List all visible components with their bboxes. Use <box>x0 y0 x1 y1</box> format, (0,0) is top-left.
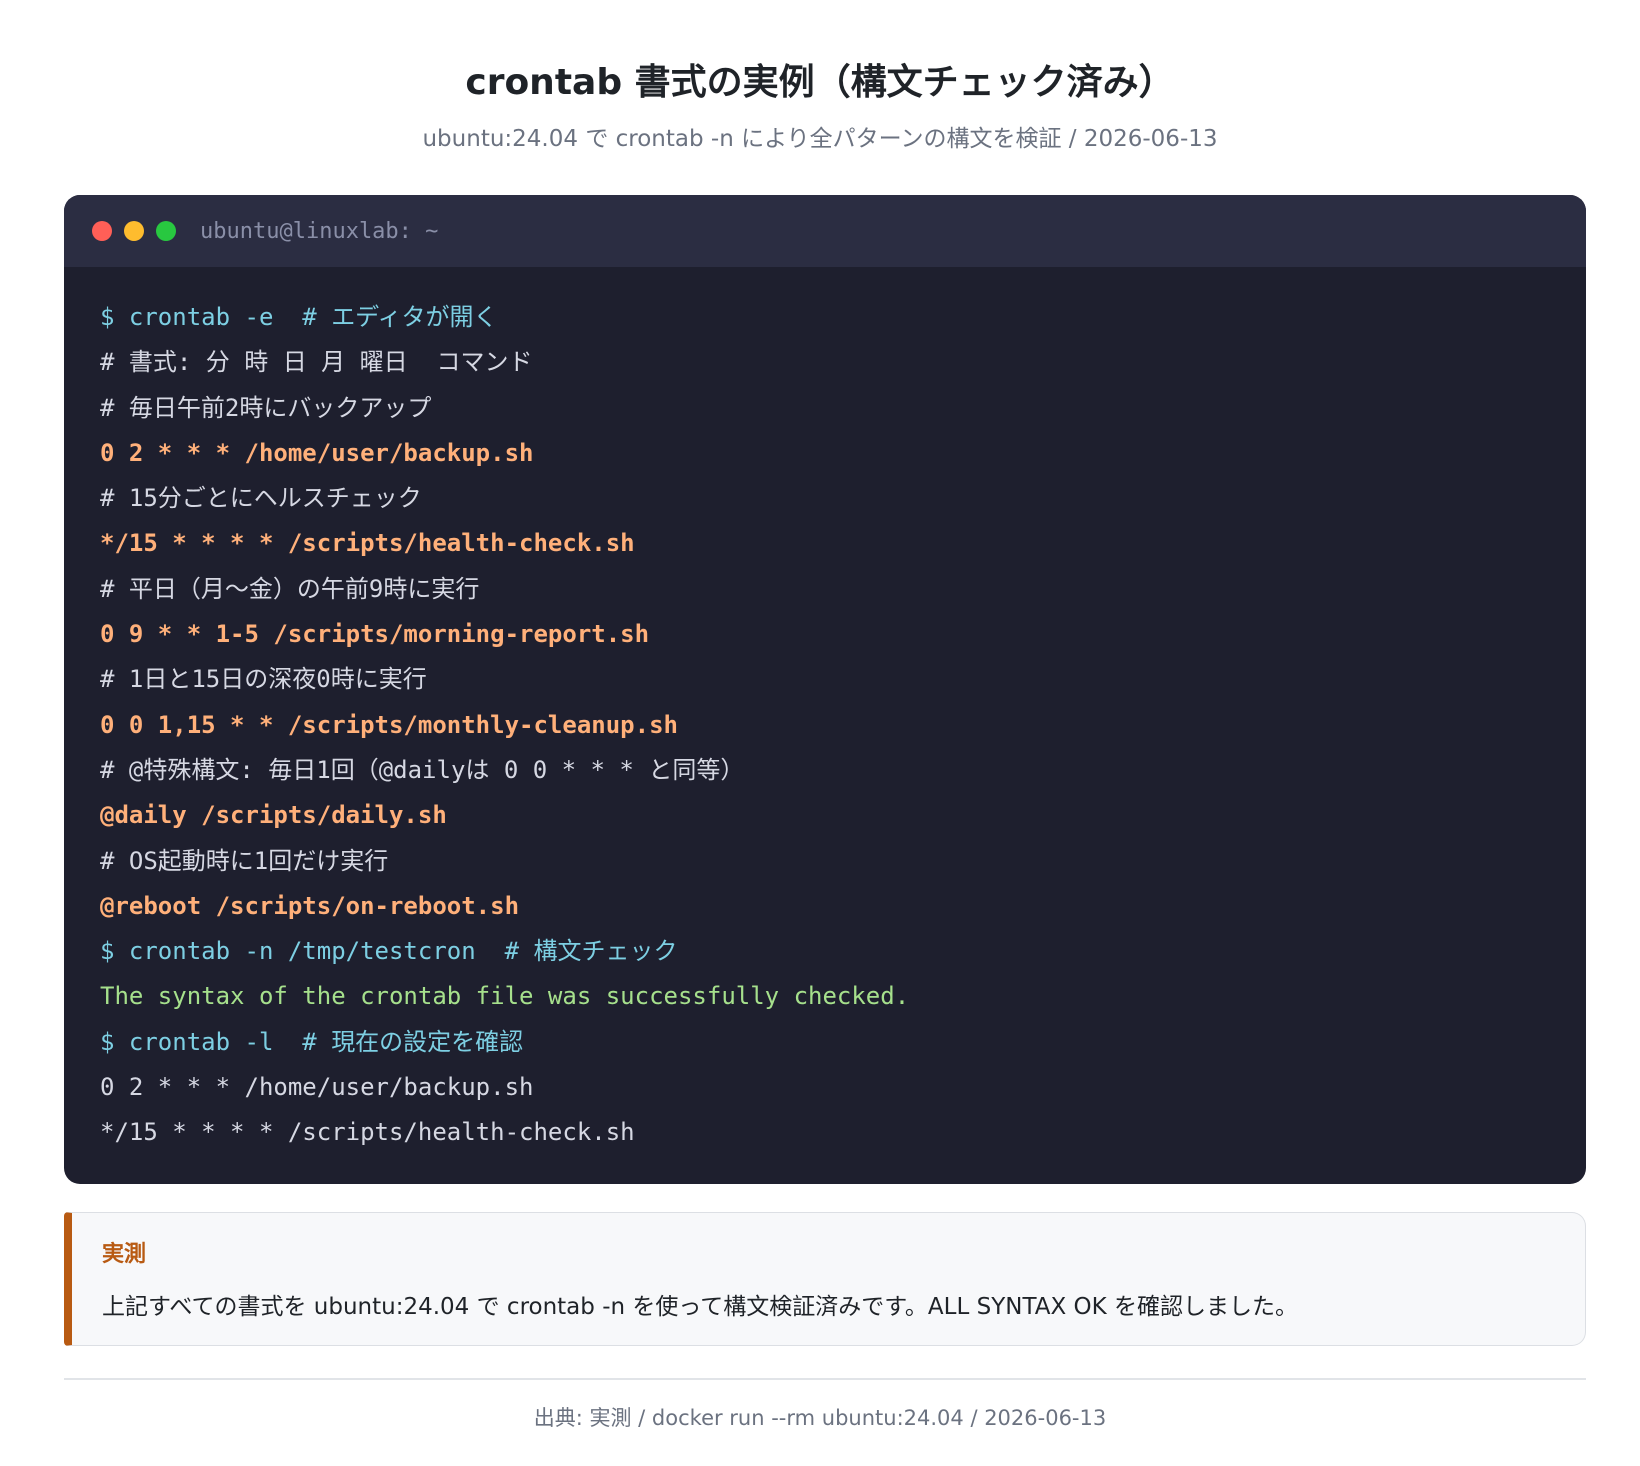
terminal-line: 0 0 1,15 * * /scripts/monthly-cleanup.sh <box>100 710 678 739</box>
terminal-line: $ crontab -n /tmp/testcron # 構文チェック <box>100 937 678 966</box>
terminal-line: */15 * * * * /scripts/health-check.sh <box>100 529 635 558</box>
terminal-title-bar: ubuntu@linuxlab: ~ <box>64 195 1586 267</box>
measurement-note: 実測 上記すべての書式を ubuntu:24.04 で crontab -n を… <box>64 1212 1586 1346</box>
footer-divider <box>64 1378 1586 1380</box>
terminal-output[interactable]: $ crontab -e # エディタが開く # 書式: 分 時 日 月 曜日 … <box>64 267 1586 1156</box>
page-subtitle: ubuntu:24.04 で crontab -n により全パターンの構文を検証… <box>422 126 1218 152</box>
terminal-window-title: ubuntu@linuxlab: ~ <box>200 218 439 244</box>
minimize-window-dot-icon[interactable] <box>124 221 144 241</box>
note-title: 実測 <box>102 1242 147 1267</box>
page: crontab 書式の実例（構文チェック済み） ubuntu:24.04 で c… <box>0 0 1640 1466</box>
terminal-line: # 毎日午前2時にバックアップ <box>100 393 432 422</box>
terminal-line: # 書式: 分 時 日 月 曜日 コマンド <box>100 348 533 377</box>
terminal-line: # 1日と15日の深夜0時に実行 <box>100 665 427 694</box>
maximize-window-dot-icon[interactable] <box>156 221 176 241</box>
note-text: 上記すべての書式を ubuntu:24.04 で crontab -n を使って… <box>102 1294 1299 1320</box>
close-window-dot-icon[interactable] <box>92 221 112 241</box>
terminal-line: $ crontab -l # 現在の設定を確認 <box>100 1027 524 1056</box>
terminal-line: $ crontab -e # エディタが開く <box>100 303 498 331</box>
page-title: crontab 書式の実例（構文チェック済み） <box>465 62 1175 103</box>
terminal-line: 0 9 * * 1-5 /scripts/morning-report.sh <box>100 620 650 649</box>
source-footer: 出典: 実測 / docker run --rm ubuntu:24.04 / … <box>533 1406 1107 1430</box>
terminal-line: # @特殊構文: 毎日1回（@dailyは 0 0 * * * と同等） <box>100 755 745 784</box>
terminal-line: 0 2 * * * /home/user/backup.sh <box>100 1073 534 1102</box>
terminal-line: @daily /scripts/daily.sh <box>100 801 447 830</box>
terminal-line: # OS起動時に1回だけ実行 <box>100 846 389 875</box>
terminal-line: The syntax of the crontab file was succe… <box>100 982 910 1011</box>
terminal-line: */15 * * * * /scripts/health-check.sh <box>100 1118 635 1147</box>
terminal-line: # 平日（月〜金）の午前9時に実行 <box>100 574 480 603</box>
terminal-line: @reboot /scripts/on-reboot.sh <box>100 891 520 920</box>
terminal-line: 0 2 * * * /home/user/backup.sh <box>100 438 534 467</box>
terminal-window: ubuntu@linuxlab: ~ $ crontab -e # エディタが開… <box>64 195 1586 1184</box>
terminal-line: # 15分ごとにヘルスチェック <box>100 484 422 513</box>
